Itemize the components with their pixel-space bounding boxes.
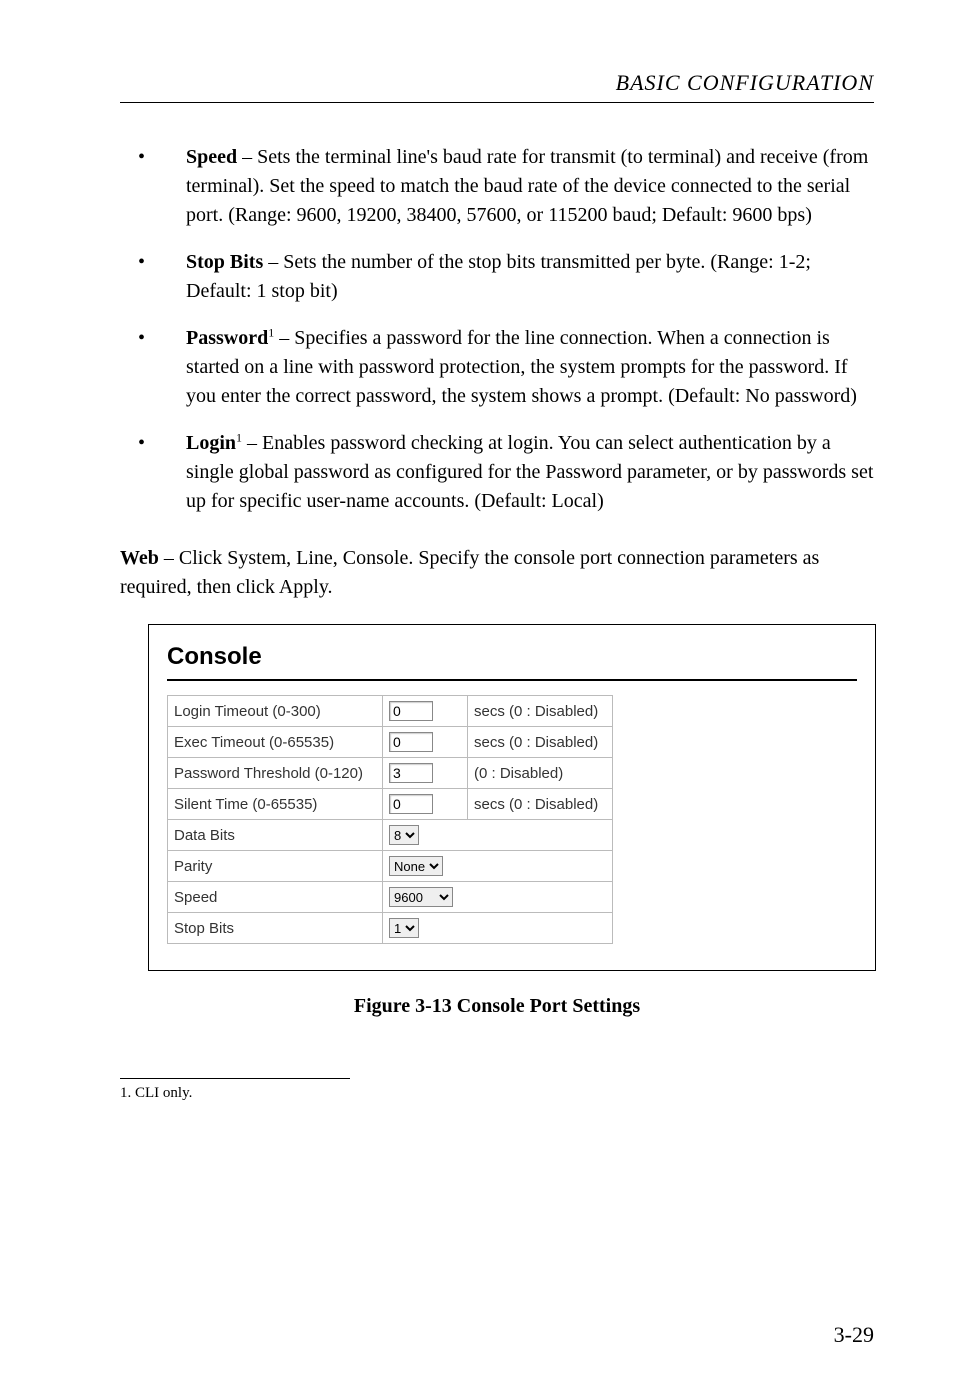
figure-caption: Figure 3-13 Console Port Settings <box>120 995 874 1018</box>
bullet-list: • Speed – Sets the terminal line's baud … <box>120 143 874 516</box>
input-password-threshold[interactable] <box>389 763 433 783</box>
console-table: Login Timeout (0-300) secs (0 : Disabled… <box>167 695 613 944</box>
bullet-item-password: Password1 – Specifies a password for the… <box>186 324 874 411</box>
term-login: Login <box>186 432 236 454</box>
term-stopbits: Stop Bits <box>186 251 263 273</box>
suffix-exec-timeout: secs (0 : Disabled) <box>468 727 613 758</box>
select-data-bits[interactable]: 8 <box>389 825 419 845</box>
row-data-bits: Data Bits 8 <box>168 820 613 851</box>
row-stop-bits: Stop Bits 1 <box>168 913 613 944</box>
bullet-item-login: Login1 – Enables password checking at lo… <box>186 429 874 516</box>
label-parity: Parity <box>168 851 383 882</box>
running-header: BASIC CONFIGURATION <box>120 70 874 96</box>
bullet-marker: • <box>120 143 186 230</box>
label-password-threshold: Password Threshold (0-120) <box>168 758 383 789</box>
input-login-timeout[interactable] <box>389 701 433 721</box>
bullet-marker: • <box>120 248 186 306</box>
text-speed: – Sets the terminal line's baud rate for… <box>186 146 868 226</box>
console-figure: Console Login Timeout (0-300) secs (0 : … <box>148 624 876 971</box>
suffix-silent-time: secs (0 : Disabled) <box>468 789 613 820</box>
row-exec-timeout: Exec Timeout (0-65535) secs (0 : Disable… <box>168 727 613 758</box>
label-exec-timeout: Exec Timeout (0-65535) <box>168 727 383 758</box>
header-rule <box>120 102 874 103</box>
web-rest: – Click System, Line, Console. Specify t… <box>120 547 819 598</box>
term-password: Password <box>186 327 268 349</box>
bullet-item-stopbits: Stop Bits – Sets the number of the stop … <box>186 248 874 306</box>
label-data-bits: Data Bits <box>168 820 383 851</box>
text-login: – Enables password checking at login. Yo… <box>186 432 873 512</box>
console-title: Console <box>167 643 857 671</box>
select-stop-bits[interactable]: 1 <box>389 918 419 938</box>
row-parity: Parity None <box>168 851 613 882</box>
bullet-marker: • <box>120 324 186 411</box>
suffix-login-timeout: secs (0 : Disabled) <box>468 696 613 727</box>
label-login-timeout: Login Timeout (0-300) <box>168 696 383 727</box>
label-silent-time: Silent Time (0-65535) <box>168 789 383 820</box>
web-paragraph: Web – Click System, Line, Console. Speci… <box>120 544 874 602</box>
bullet-marker: • <box>120 429 186 516</box>
page-number: 3-29 <box>834 1322 874 1348</box>
text-stopbits: – Sets the number of the stop bits trans… <box>186 251 811 302</box>
term-speed: Speed <box>186 146 237 168</box>
footnote-marker: 1. <box>120 1085 131 1101</box>
row-login-timeout: Login Timeout (0-300) secs (0 : Disabled… <box>168 696 613 727</box>
input-exec-timeout[interactable] <box>389 732 433 752</box>
row-password-threshold: Password Threshold (0-120) (0 : Disabled… <box>168 758 613 789</box>
row-speed: Speed 9600 <box>168 882 613 913</box>
label-stop-bits: Stop Bits <box>168 913 383 944</box>
bullet-item-speed: Speed – Sets the terminal line's baud ra… <box>186 143 874 230</box>
select-parity[interactable]: None <box>389 856 443 876</box>
footnote-text: CLI only. <box>135 1085 192 1101</box>
footnote: 1. CLI only. <box>120 1085 874 1102</box>
web-lead: Web <box>120 547 159 569</box>
suffix-password-threshold: (0 : Disabled) <box>468 758 613 789</box>
select-speed[interactable]: 9600 <box>389 887 453 907</box>
row-silent-time: Silent Time (0-65535) secs (0 : Disabled… <box>168 789 613 820</box>
text-password: – Specifies a password for the line conn… <box>186 327 857 407</box>
footnote-rule <box>120 1078 350 1079</box>
console-rule <box>167 679 857 681</box>
input-silent-time[interactable] <box>389 794 433 814</box>
label-speed: Speed <box>168 882 383 913</box>
